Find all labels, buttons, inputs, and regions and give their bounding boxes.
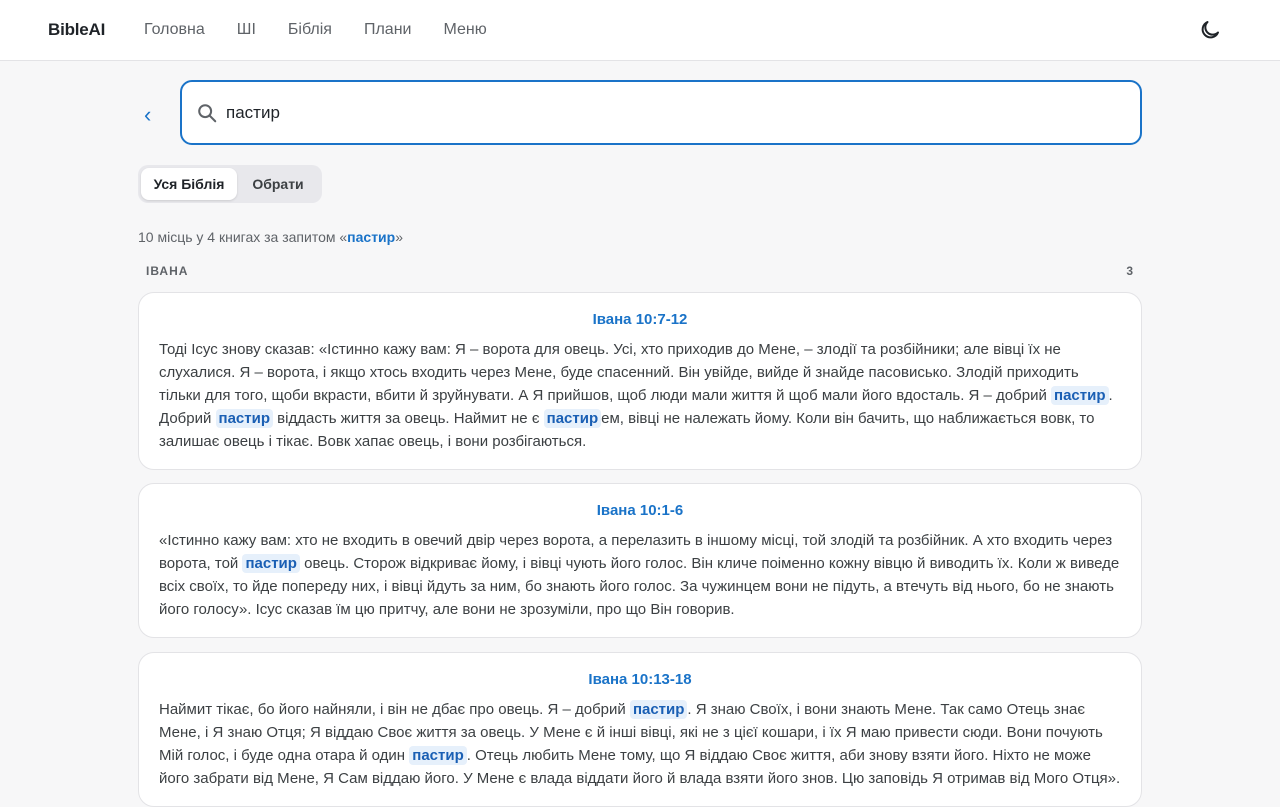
- search-match-highlight: пастир: [543, 409, 602, 428]
- summary-suffix: »: [395, 229, 404, 245]
- top-navbar: BibleAI Головна ШІ Біблія Плани Меню: [0, 0, 1280, 61]
- nav-item-bible[interactable]: Біблія: [288, 21, 332, 39]
- nav-item-plans[interactable]: Плани: [364, 21, 412, 39]
- result-card[interactable]: Івана 10:13-18 Наймит тікає, бо його найн…: [138, 652, 1142, 807]
- scope-toggle: Уся Біблія Обрати: [138, 165, 322, 203]
- search-match-highlight: пастир: [1051, 386, 1109, 405]
- book-name: ІВАНА: [146, 264, 189, 278]
- app-logo[interactable]: BibleAI: [48, 20, 105, 40]
- result-verse-text: Тоді Ісус знову сказав: «Істинно кажу ва…: [159, 338, 1121, 453]
- search-box: [180, 80, 1142, 145]
- result-card[interactable]: Івана 10:7-12 Тоді Ісус знову сказав: «Іс…: [138, 292, 1142, 470]
- nav-item-menu[interactable]: Меню: [443, 21, 486, 39]
- search-match-highlight: пастир: [409, 746, 467, 765]
- search-match-highlight: пастир: [215, 409, 274, 428]
- search-input[interactable]: [226, 96, 1106, 130]
- verse-text-segment: овець. Сторож відкриває йому, і вівці чу…: [159, 555, 1120, 618]
- result-verse-text: «Істинно кажу вам: хто не входить в овеч…: [159, 529, 1121, 621]
- moon-icon[interactable]: [1198, 18, 1222, 42]
- main-nav: Головна ШІ Біблія Плани Меню: [144, 21, 519, 39]
- search-match-highlight: пастир: [242, 554, 300, 573]
- back-button[interactable]: ‹: [144, 103, 158, 127]
- scope-choose-button[interactable]: Обрати: [237, 168, 319, 200]
- search-icon: [196, 102, 218, 124]
- result-reference-link[interactable]: Івана 10:13-18: [159, 671, 1121, 688]
- result-card[interactable]: Івана 10:1-6 «Істинно кажу вам: хто не вх…: [138, 483, 1142, 638]
- result-verse-text: Наймит тікає, бо його найняли, і він не …: [159, 698, 1121, 790]
- result-reference-link[interactable]: Івана 10:1-6: [159, 502, 1121, 519]
- summary-query: пастир: [347, 229, 396, 245]
- book-result-count: 3: [1126, 264, 1134, 278]
- nav-item-ai[interactable]: ШІ: [237, 21, 256, 39]
- verse-text-segment: Наймит тікає, бо його найняли, і він не …: [159, 701, 630, 718]
- verse-text-segment: Тоді Ісус знову сказав: «Істинно кажу ва…: [159, 341, 1079, 404]
- scope-all-bible-button[interactable]: Уся Біблія: [141, 168, 237, 200]
- verse-text-segment: віддасть життя за овець. Наймит не є: [273, 410, 544, 427]
- book-group-header: ІВАНА 3: [146, 264, 1134, 278]
- summary-prefix: 10 місць у 4 книгах за запитом «: [138, 229, 348, 245]
- result-reference-link[interactable]: Івана 10:7-12: [159, 311, 1121, 328]
- search-match-highlight: пастир: [629, 700, 688, 719]
- results-summary: 10 місць у 4 книгах за запитом «пастир»: [138, 229, 403, 245]
- nav-item-home[interactable]: Головна: [144, 21, 205, 39]
